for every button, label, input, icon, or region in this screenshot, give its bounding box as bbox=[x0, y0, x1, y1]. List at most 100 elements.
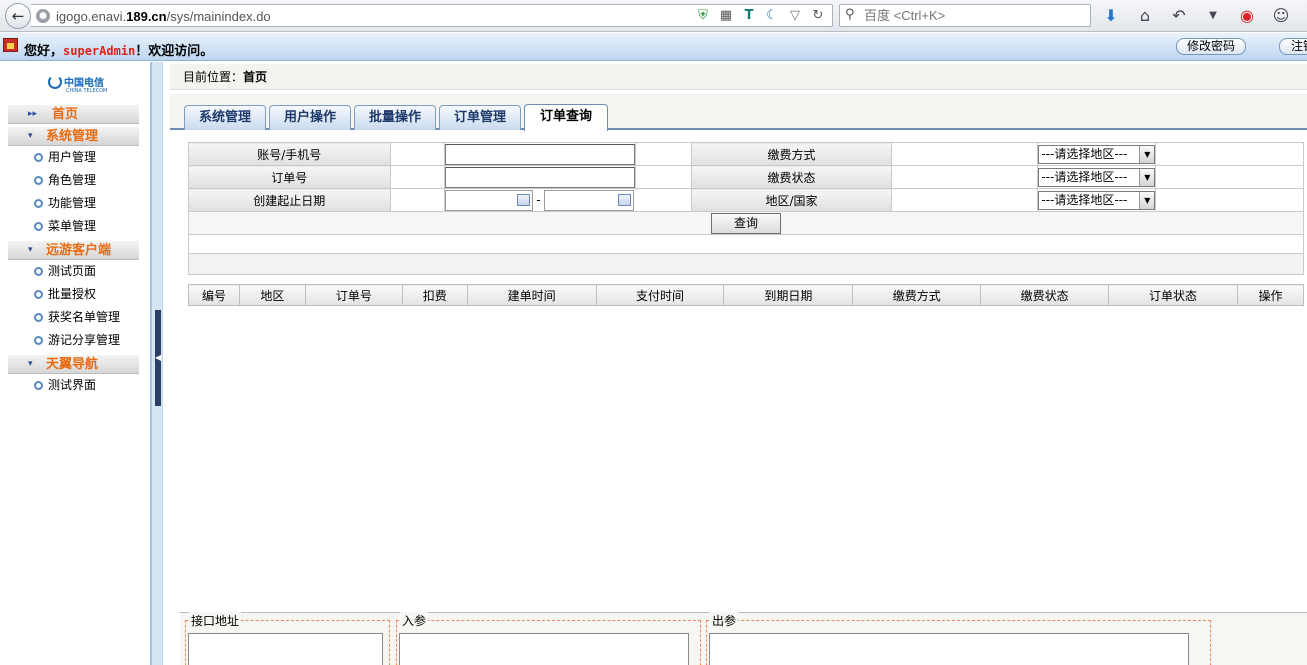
column-header[interactable]: 操作 bbox=[1236, 284, 1305, 306]
undo-icon[interactable]: ↶ bbox=[1168, 5, 1190, 27]
calendar-icon[interactable] bbox=[617, 193, 631, 206]
region-select[interactable]: ---请选择地区--- ▼ bbox=[1038, 190, 1156, 210]
table-header-row: 编号 地区 订单号 扣费 建单时间 支付时间 到期日期 缴费方式 缴费状态 订单… bbox=[188, 284, 1305, 306]
column-header[interactable]: 扣费 bbox=[401, 284, 468, 306]
url-bar[interactable]: ● igogo.enavi.189.cn/sys/mainindex.do ⛨ … bbox=[31, 4, 833, 27]
calendar-icon[interactable] bbox=[517, 193, 531, 206]
interface-textarea[interactable] bbox=[188, 633, 383, 665]
column-header[interactable]: 订单状态 bbox=[1108, 284, 1238, 306]
sidebar-item-user-management[interactable]: 用户管理 bbox=[8, 146, 139, 169]
column-header[interactable]: 支付时间 bbox=[595, 284, 725, 306]
sidebar-group-label: 系统管理 bbox=[46, 129, 99, 144]
tab-order-query[interactable]: 订单查询 bbox=[524, 104, 608, 131]
sidebar-item-batch-authorize[interactable]: 批量授权 bbox=[8, 283, 139, 306]
download-icon[interactable]: ⬇ bbox=[1100, 5, 1122, 27]
change-password-button[interactable]: 修改密码 bbox=[1176, 38, 1246, 55]
browser-toolbar: ← ● igogo.enavi.189.cn/sys/mainindex.do … bbox=[0, 0, 1307, 32]
translate-icon[interactable]: T bbox=[741, 8, 757, 24]
form-spacer bbox=[1155, 142, 1304, 166]
bullet-icon bbox=[34, 267, 43, 276]
sidebar-group-tianyi-nav[interactable]: ▾ 天翼导航 bbox=[8, 354, 139, 374]
interface-fieldset: 接口地址 bbox=[185, 612, 390, 665]
form-spacer bbox=[389, 188, 446, 212]
form-row: 订单号 缴费状态 ---请选择地区--- ▼ bbox=[188, 165, 1304, 189]
logo-name: 中国电信 bbox=[64, 78, 104, 89]
region-cell: ---请选择地区--- ▼ bbox=[1037, 188, 1157, 212]
input-params-label: 入参 bbox=[400, 612, 429, 629]
interface-label: 接口地址 bbox=[189, 612, 242, 629]
url-text[interactable]: igogo.enavi.189.cn/sys/mainindex.do bbox=[56, 9, 271, 24]
output-params-textarea[interactable] bbox=[709, 633, 1189, 665]
logout-button[interactable]: 注销 bbox=[1279, 38, 1307, 55]
sidebar-item-function-management[interactable]: 功能管理 bbox=[8, 192, 139, 215]
column-header[interactable]: 建单时间 bbox=[466, 284, 597, 306]
sidebar-item-label: 用户管理 bbox=[48, 150, 97, 164]
telecom-logo-icon bbox=[48, 74, 62, 89]
double-arrow-down-icon: ▾ bbox=[28, 131, 33, 141]
order-no-input[interactable] bbox=[445, 166, 636, 188]
sidebar-item-role-management[interactable]: 角色管理 bbox=[8, 169, 139, 192]
input-params-textarea[interactable] bbox=[399, 633, 689, 665]
column-header[interactable]: 编号 bbox=[188, 284, 240, 306]
tab-system-management[interactable]: 系统管理 bbox=[184, 105, 266, 130]
pay-status-select[interactable]: ---请选择地区--- ▼ bbox=[1038, 167, 1156, 187]
sidebar-item-travel-share[interactable]: 游记分享管理 bbox=[8, 329, 139, 352]
sidebar-item-label: 测试页面 bbox=[48, 264, 97, 278]
chevron-down-icon: ▼ bbox=[1139, 145, 1155, 163]
account-input[interactable] bbox=[445, 143, 636, 165]
sidebar: 中国电信 CHINA TELECOM ▸▸ 首页 ▾ 系统管理 用户管理 角色管… bbox=[0, 62, 150, 665]
qr-code-icon[interactable]: ▦ bbox=[718, 8, 734, 24]
order-no-cell bbox=[444, 165, 637, 189]
tab-batch-operations[interactable]: 批量操作 bbox=[354, 105, 436, 130]
url-path: /sys/mainindex.do bbox=[166, 9, 271, 24]
reload-icon[interactable]: ↻ bbox=[810, 8, 826, 24]
chat-icon[interactable]: ☺ bbox=[1270, 5, 1292, 27]
sidebar-group-system[interactable]: ▾ 系统管理 bbox=[8, 126, 139, 146]
main-content: 目前位置：首页 系统管理 用户操作 批量操作 订单管理 订单查询 账号/手机号 … bbox=[170, 62, 1307, 665]
bullet-icon bbox=[34, 199, 43, 208]
sidebar-item-test-page[interactable]: 测试页面 bbox=[8, 260, 139, 283]
column-header[interactable]: 地区 bbox=[238, 284, 306, 306]
form-row: 查询 bbox=[188, 211, 1304, 235]
sidebar-group-label: 远游客户端 bbox=[46, 243, 112, 258]
output-params-fieldset: 出参 bbox=[706, 612, 1211, 665]
sidebar-item-test-interface[interactable]: 测试界面 bbox=[8, 374, 139, 397]
column-header[interactable]: 缴费状态 bbox=[980, 284, 1110, 306]
column-header[interactable]: 到期日期 bbox=[723, 284, 854, 306]
query-button[interactable]: 查询 bbox=[711, 212, 781, 234]
pay-method-label: 缴费方式 bbox=[691, 142, 892, 166]
sidebar-group-home[interactable]: ▸▸ 首页 bbox=[8, 104, 139, 124]
form-row: 账号/手机号 缴费方式 ---请选择地区--- ▼ bbox=[188, 142, 1304, 166]
tab-user-operations[interactable]: 用户操作 bbox=[269, 105, 351, 130]
form-spacer bbox=[890, 188, 1039, 212]
collapse-arrow-icon[interactable]: ◀ bbox=[155, 310, 161, 406]
addon-icon[interactable]: ◉ bbox=[1236, 5, 1258, 27]
select-value: ---请选择地区--- bbox=[1041, 192, 1128, 207]
menu-dropdown-icon[interactable]: ▼ bbox=[1202, 5, 1224, 27]
shield-icon[interactable]: ⛨ bbox=[695, 8, 711, 24]
sidebar-group-roaming-client[interactable]: ▾ 远游客户端 bbox=[8, 240, 139, 260]
sidebar-group-label: 天翼导航 bbox=[46, 357, 99, 372]
bullet-icon bbox=[34, 336, 43, 345]
browser-search-input[interactable] bbox=[864, 8, 1084, 23]
column-header[interactable]: 缴费方式 bbox=[852, 284, 982, 306]
chevron-down-icon: ▼ bbox=[1139, 168, 1155, 186]
select-value: ---请选择地区--- bbox=[1041, 169, 1128, 184]
sidebar-item-winner-list[interactable]: 获奖名单管理 bbox=[8, 306, 139, 329]
tab-order-management[interactable]: 订单管理 bbox=[439, 105, 521, 130]
dropdown-arrow-icon[interactable]: ▽ bbox=[787, 8, 803, 24]
date-range: - bbox=[445, 189, 691, 211]
start-date-input[interactable] bbox=[445, 189, 534, 211]
form-spacer bbox=[890, 165, 1039, 189]
pay-method-select[interactable]: ---请选择地区--- ▼ bbox=[1038, 144, 1156, 164]
sidebar-item-menu-management[interactable]: 菜单管理 bbox=[8, 215, 139, 238]
form-spacer bbox=[635, 142, 693, 166]
moon-icon[interactable]: ☾ bbox=[764, 8, 780, 24]
home-icon[interactable]: ⌂ bbox=[1134, 5, 1156, 27]
username: superAdmin bbox=[63, 44, 136, 58]
sidebar-splitter[interactable]: ◀ bbox=[150, 62, 163, 665]
back-arrow-icon[interactable]: ← bbox=[5, 3, 31, 29]
end-date-input[interactable] bbox=[543, 189, 634, 211]
column-header[interactable]: 订单号 bbox=[304, 284, 403, 306]
browser-search-box[interactable]: ⚲ bbox=[839, 4, 1091, 27]
